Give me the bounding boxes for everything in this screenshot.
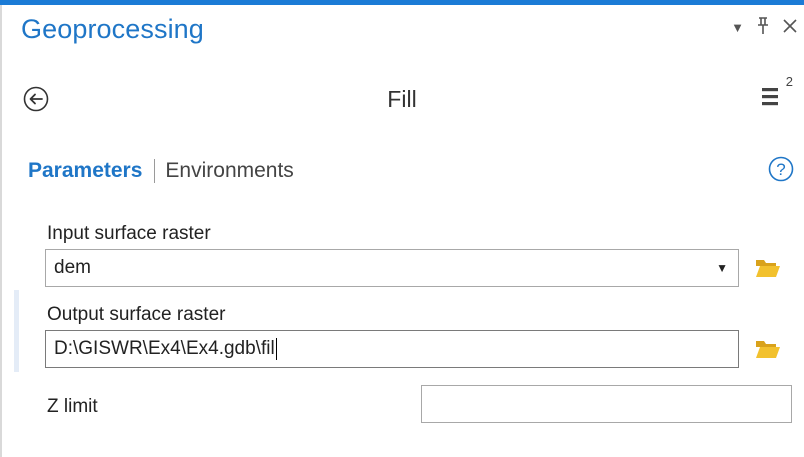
menu-icon[interactable]: 2 [758,74,793,114]
tab-divider [154,159,156,183]
z-limit-label: Z limit [47,396,98,417]
menu-badge: 2 [785,74,793,89]
input-surface-raster-label: Input surface raster [47,223,211,244]
pane-left-border [0,5,2,457]
output-surface-raster-label: Output surface raster [47,304,226,325]
input-surface-raster-value: dem [54,257,91,278]
folder-icon[interactable] [755,338,781,360]
close-icon[interactable] [782,18,798,34]
help-icon[interactable]: ? [768,156,794,182]
tool-name: Fill [387,86,417,112]
tab-environments[interactable]: Environments [165,159,293,183]
svg-text:?: ? [776,160,785,179]
output-surface-raster-value: D:\GISWR\Ex4\Ex4.gdb\fil [54,338,275,359]
output-surface-raster-input[interactable]: D:\GISWR\Ex4\Ex4.gdb\fil [45,330,739,368]
text-cursor [275,337,277,360]
input-surface-raster-select[interactable]: dem ▼ [45,249,739,287]
pane-controls: ▼ [731,10,798,42]
caret-down-icon[interactable]: ▼ [716,250,728,286]
pane-accent-bar [0,0,804,5]
tab-bar: Parameters Environments [28,159,294,183]
z-limit-input[interactable] [421,385,792,423]
pin-icon[interactable] [756,17,770,35]
caret-down-icon[interactable]: ▼ [731,21,744,34]
folder-icon[interactable] [755,257,781,279]
active-parameter-indicator [14,290,19,372]
pane-title: Geoprocessing [21,14,204,44]
tab-parameters[interactable]: Parameters [28,159,142,183]
